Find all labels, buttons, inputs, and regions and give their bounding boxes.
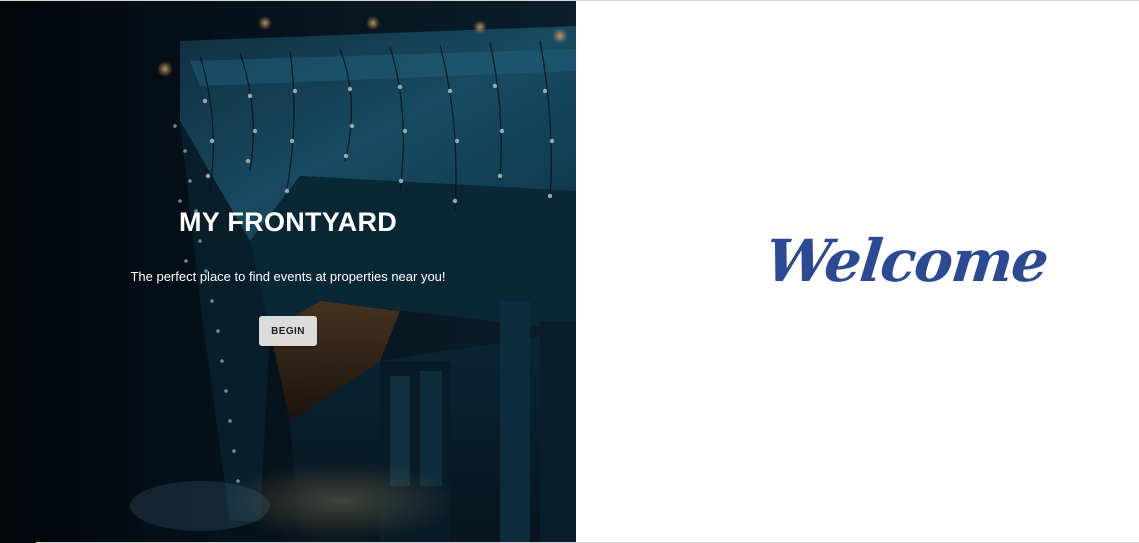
- hero-content: MY FRONTYARD The perfect place to find e…: [0, 1, 576, 543]
- begin-button[interactable]: BEGIN: [259, 316, 317, 346]
- welcome-panel: Welcome: [576, 1, 1139, 543]
- landing-page: MY FRONTYARD The perfect place to find e…: [0, 0, 1139, 543]
- welcome-heading: Welcome: [762, 227, 1051, 295]
- app-title: MY FRONTYARD: [178, 207, 398, 237]
- hero-section: MY FRONTYARD The perfect place to find e…: [0, 1, 576, 543]
- app-tagline: The perfect place to find events at prop…: [130, 269, 446, 284]
